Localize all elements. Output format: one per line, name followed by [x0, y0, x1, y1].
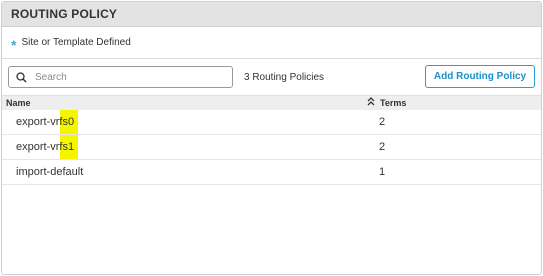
defined-legend-text: Site or Template Defined	[21, 37, 131, 48]
column-header-name[interactable]: Name	[6, 98, 31, 108]
table-row[interactable]: export-vrfs1 2	[2, 135, 541, 160]
table-header: Name Terms	[2, 95, 541, 110]
policy-name[interactable]: export-vrfs0	[16, 116, 74, 128]
toolbar: 3 Routing Policies Add Routing Policy	[2, 59, 541, 95]
defined-legend: * Site or Template Defined	[2, 27, 541, 59]
panel-title-text: ROUTING POLICY	[11, 7, 118, 21]
table-row[interactable]: export-vrfs0 2	[2, 110, 541, 135]
search-input[interactable]	[35, 71, 215, 83]
column-header-terms[interactable]: Terms	[380, 98, 406, 108]
routing-policy-panel: ROUTING POLICY * Site or Template Define…	[1, 1, 542, 275]
policy-count: 3 Routing Policies	[244, 71, 325, 83]
add-routing-policy-button[interactable]: Add Routing Policy	[425, 65, 535, 88]
policy-terms: 1	[379, 166, 386, 178]
policy-terms: 2	[379, 141, 386, 153]
panel-title: ROUTING POLICY	[2, 2, 541, 27]
table-row[interactable]: import-default 1	[2, 160, 541, 185]
asterisk-icon: *	[11, 36, 17, 53]
policy-terms: 2	[379, 116, 386, 128]
policy-name[interactable]: import-default	[16, 166, 83, 178]
search-icon	[16, 71, 27, 83]
sort-icon[interactable]	[367, 97, 375, 106]
policy-name[interactable]: export-vrfs1	[16, 141, 74, 153]
search-box[interactable]	[8, 66, 233, 88]
